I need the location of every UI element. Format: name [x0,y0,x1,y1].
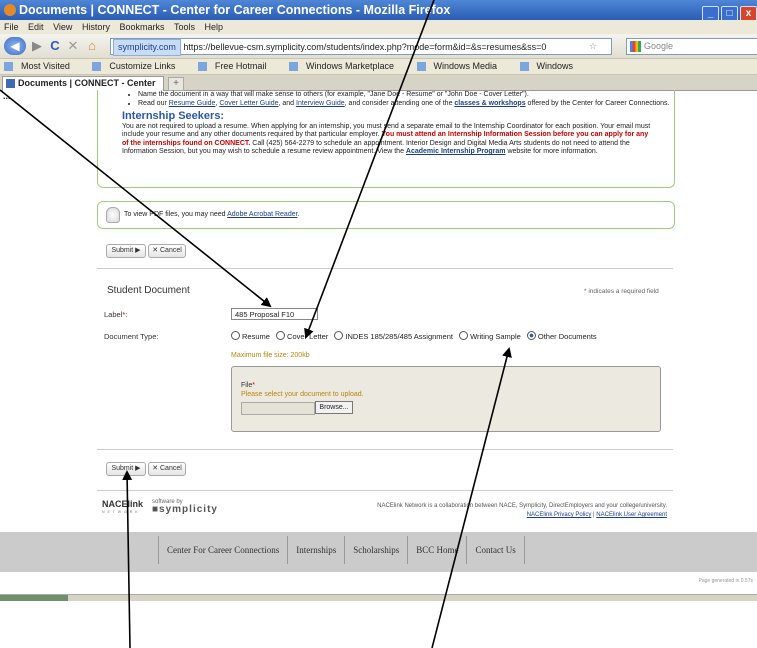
arrow-to-other-documents [431,347,512,648]
arrow-to-cover-letter [304,0,435,339]
arrow-to-label-input [0,89,272,308]
arrow-to-submit-button [122,470,133,648]
annotation-arrows [0,0,512,648]
